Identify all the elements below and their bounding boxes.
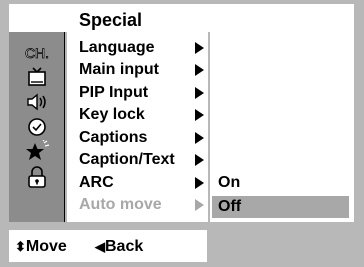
page-title: Special <box>79 10 143 30</box>
menu-item-captions[interactable]: Captions <box>79 127 208 149</box>
menu-item-key-lock[interactable]: Key lock <box>79 104 208 126</box>
submenu-arrow-icon <box>195 64 204 76</box>
menu-item-auto-move: Auto move <box>79 194 208 216</box>
up-down-arrow-icon: ⬍ <box>15 239 26 254</box>
clock-icon[interactable] <box>22 116 52 138</box>
back-label: Back <box>105 238 144 255</box>
special-menu: Language Main input PIP Input Key lock C… <box>67 32 208 222</box>
menu-item-label: Auto move <box>79 196 162 213</box>
menu-item-label: ARC <box>79 174 114 191</box>
category-icon-column: CH. <box>9 32 65 222</box>
star-icon[interactable] <box>22 140 52 162</box>
menu-item-label: Key lock <box>79 106 145 123</box>
speaker-icon[interactable] <box>22 91 52 113</box>
menu-item-label: PIP Input <box>79 84 149 101</box>
menu-item-label: Main input <box>79 61 159 78</box>
tv-icon[interactable] <box>22 66 52 88</box>
menu-item-arc[interactable]: ARC <box>79 172 208 194</box>
menu-item-label: Captions <box>79 129 148 146</box>
menu-item-language[interactable]: Language <box>79 37 208 59</box>
arc-submenu: On Off <box>210 32 354 222</box>
back-arrow-icon: ◀ <box>95 239 105 254</box>
title-bar: Special <box>9 4 354 32</box>
menu-item-label: Caption/Text <box>79 151 175 168</box>
submenu-arrow-icon <box>195 177 204 189</box>
back-hint[interactable]: ◀Back <box>95 237 143 257</box>
submenu-arrow-icon <box>195 87 204 99</box>
option-on[interactable]: On <box>212 172 349 194</box>
navigation-hint-bar: ⬍Move ◀Back <box>9 230 207 262</box>
submenu-arrow-icon <box>195 42 204 54</box>
osd-window: Special CH. Language Main input PIP Inpu… <box>0 0 364 267</box>
menu-item-caption-text[interactable]: Caption/Text <box>79 149 208 171</box>
submenu-arrow-icon <box>195 132 204 144</box>
submenu-arrow-icon <box>195 199 204 211</box>
channel-icon[interactable]: CH. <box>22 42 52 64</box>
menu-item-label: Language <box>79 39 155 56</box>
svg-text:CH.: CH. <box>25 45 49 61</box>
menu-item-pip-input[interactable]: PIP Input <box>79 82 208 104</box>
menu-item-main-input[interactable]: Main input <box>79 59 208 81</box>
submenu-arrow-icon <box>195 109 204 121</box>
option-off[interactable]: Off <box>212 196 349 218</box>
submenu-arrow-icon <box>195 154 204 166</box>
move-hint: ⬍Move <box>15 237 67 257</box>
lock-icon[interactable] <box>22 166 52 188</box>
move-label: Move <box>25 238 67 255</box>
